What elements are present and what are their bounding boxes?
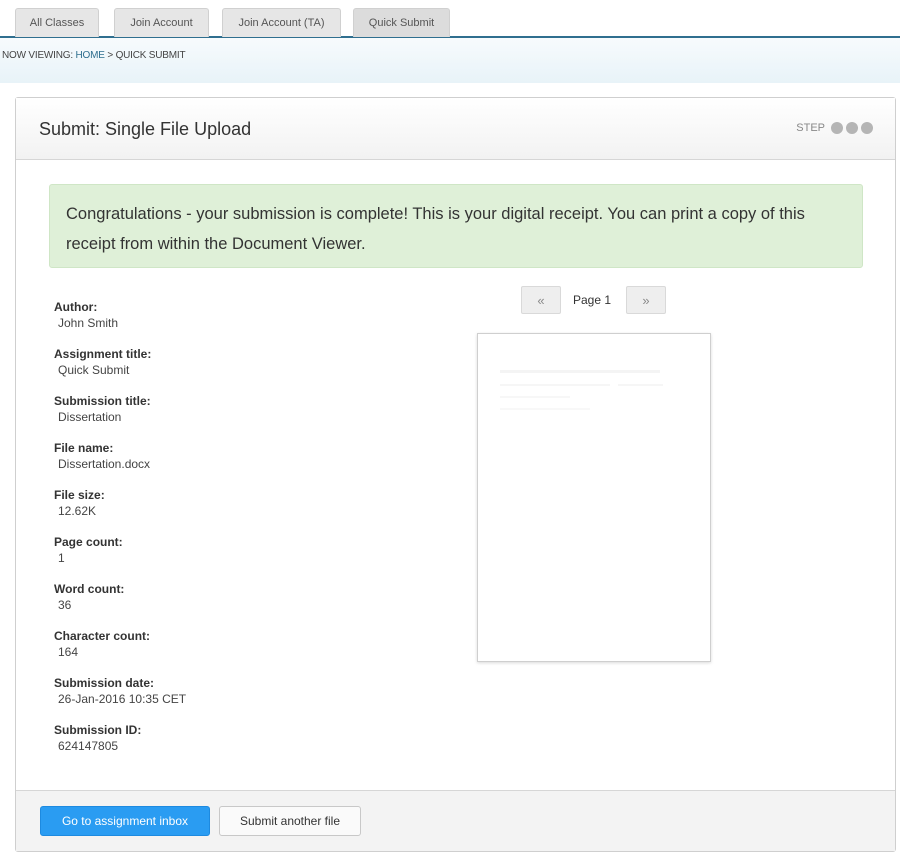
receipt-value: Quick Submit (58, 363, 130, 377)
receipt-value: 1 (58, 551, 65, 565)
receipt-value: 164 (58, 645, 79, 659)
receipt-item-author: Author: John Smith (54, 300, 354, 330)
step-dot-icon (861, 122, 873, 134)
receipt-label: Assignment title: (54, 347, 152, 361)
receipt-value: 26-Jan-2016 10:35 CET (58, 692, 187, 706)
receipt-item-assignment-title: Assignment title: Quick Submit (54, 347, 354, 377)
next-page-button[interactable]: » (626, 286, 666, 314)
receipt-value: 12.62K (58, 504, 97, 518)
document-preview[interactable] (477, 333, 711, 662)
receipt-label: Submission ID: (54, 723, 142, 737)
step-dot-icon (831, 122, 843, 134)
receipt-label: Submission title: (54, 394, 151, 408)
receipt-value: John Smith (58, 316, 119, 330)
receipt-label: File name: (54, 441, 114, 455)
receipt-value: Dissertation (58, 410, 122, 424)
receipt-item-submission-id: Submission ID: 624147805 (54, 723, 354, 753)
success-banner: Congratulations - your submission is com… (49, 184, 863, 268)
receipt-label: Character count: (54, 629, 151, 643)
receipt-value: Dissertation.docx (58, 457, 151, 471)
receipt-label: Word count: (54, 582, 125, 596)
breadcrumb: NOW VIEWING: HOME > QUICK SUBMIT (2, 50, 186, 61)
breadcrumb-home-link[interactable]: HOME (76, 50, 105, 61)
breadcrumb-prefix: NOW VIEWING: (2, 50, 73, 61)
receipt-item-character-count: Character count: 164 (54, 629, 354, 659)
breadcrumb-separator: > (107, 50, 113, 61)
panel-footer: Go to assignment inbox Submit another fi… (16, 790, 895, 851)
step-dot-icon (846, 122, 858, 134)
receipt-item-submission-title: Submission title: Dissertation (54, 394, 354, 424)
submit-another-file-button[interactable]: Submit another file (219, 806, 361, 836)
receipt-label: Page count: (54, 535, 123, 549)
step-label: STEP (796, 122, 825, 134)
receipt-label: Submission date: (54, 676, 155, 690)
tab-all-classes[interactable]: All Classes (15, 8, 99, 37)
submit-panel: Submit: Single File Upload STEP Congratu… (15, 97, 896, 852)
top-tab-bar: All Classes Join Account Join Account (T… (0, 0, 900, 38)
panel-header: Submit: Single File Upload STEP (16, 98, 895, 160)
receipt-item-file-name: File name: Dissertation.docx (54, 441, 354, 471)
receipt-label: File size: (54, 488, 105, 502)
receipt-value: 36 (58, 598, 72, 612)
receipt-value: 624147805 (58, 739, 119, 753)
breadcrumb-strip: NOW VIEWING: HOME > QUICK SUBMIT (0, 38, 900, 83)
page-indicator: Page 1 (573, 293, 612, 307)
go-to-assignment-inbox-button[interactable]: Go to assignment inbox (40, 806, 210, 836)
step-indicator: STEP (796, 122, 873, 134)
tab-quick-submit[interactable]: Quick Submit (353, 8, 450, 37)
document-thumbnail-icon (500, 370, 663, 410)
tab-join-account-ta[interactable]: Join Account (TA) (222, 8, 341, 37)
prev-page-button[interactable]: « (521, 286, 561, 314)
receipt-item-file-size: File size: 12.62K (54, 488, 354, 518)
receipt-item-page-count: Page count: 1 (54, 535, 354, 565)
breadcrumb-current: QUICK SUBMIT (115, 50, 186, 61)
receipt-item-word-count: Word count: 36 (54, 582, 354, 612)
receipt-label: Author: (54, 300, 98, 314)
tab-join-account[interactable]: Join Account (114, 8, 209, 37)
receipt-item-submission-date: Submission date: 26-Jan-2016 10:35 CET (54, 676, 354, 706)
page-title: Submit: Single File Upload (39, 119, 252, 139)
